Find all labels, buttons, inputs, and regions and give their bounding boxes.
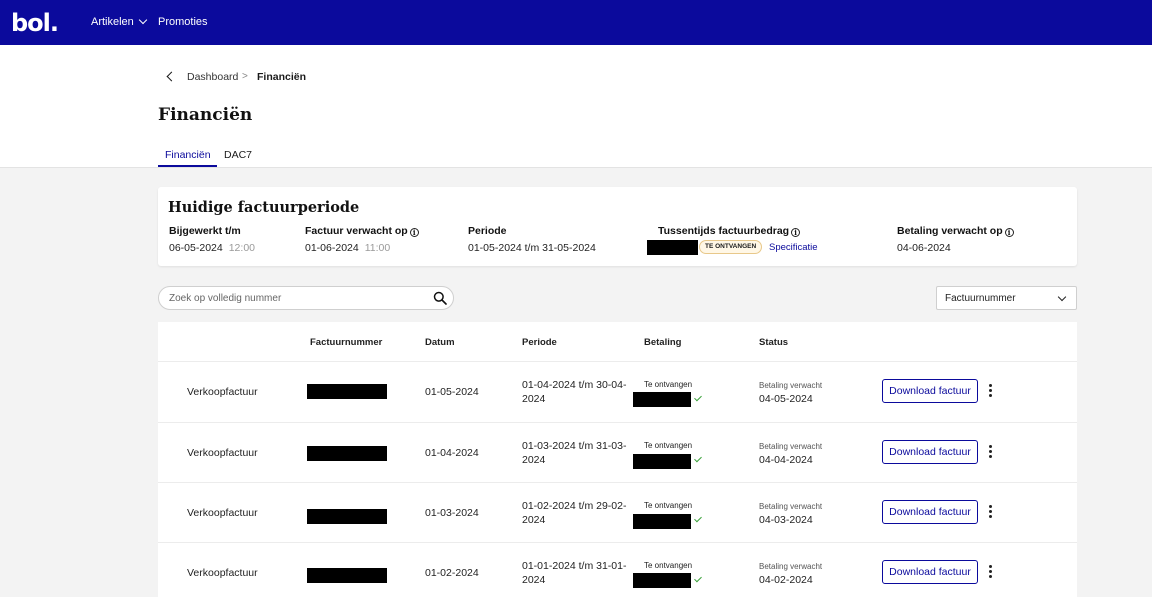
header-status: Status xyxy=(759,337,789,348)
table-row: Verkoopfactuur 01-02-2024 01-01-2024 t/m… xyxy=(158,542,1077,603)
invoice-type: Verkoopfactuur xyxy=(187,386,258,398)
chevron-down-icon xyxy=(138,15,148,25)
invoice-period: 01-01-2024 t/m 31-01-2024 xyxy=(522,560,627,586)
download-invoice-button[interactable]: Download factuur xyxy=(882,500,978,524)
invoice-date: 01-03-2024 xyxy=(425,507,479,519)
nav-promoties[interactable]: Promoties xyxy=(158,16,208,28)
status-date: 04-02-2024 xyxy=(759,574,813,586)
redacted-invoice-number xyxy=(307,509,387,524)
more-options-icon[interactable] xyxy=(986,565,994,581)
page-title: Financiën xyxy=(158,105,253,125)
top-bar: bol. Artikelen Promoties xyxy=(0,0,1152,45)
nav-artikelen[interactable]: Artikelen xyxy=(91,15,148,28)
download-invoice-button[interactable]: Download factuur xyxy=(882,560,978,584)
redacted-invoice-number xyxy=(307,384,387,399)
more-options-icon[interactable] xyxy=(986,445,994,461)
invoice-expected-label: Factuur verwacht op xyxy=(305,225,408,237)
status-date: 04-05-2024 xyxy=(759,393,813,405)
sort-select[interactable]: Factuurnummer xyxy=(936,286,1077,310)
check-icon xyxy=(694,393,702,402)
payment-label: Te ontvangen xyxy=(644,380,693,389)
check-icon xyxy=(694,454,702,463)
nav-artikelen-label: Artikelen xyxy=(91,16,134,28)
period-value: 01-05-2024 t/m 31-05-2024 xyxy=(468,242,596,254)
info-icon[interactable]: i xyxy=(791,228,801,237)
download-invoice-button[interactable]: Download factuur xyxy=(882,440,978,464)
more-options-icon[interactable] xyxy=(986,505,994,521)
payment-expected-date: 04-06-2024 xyxy=(897,242,951,254)
check-icon xyxy=(694,514,702,523)
specificatie-link[interactable]: Specificatie xyxy=(769,242,818,253)
status-date: 04-04-2024 xyxy=(759,454,813,466)
status-badge: TE ONTVANGEN xyxy=(699,240,763,254)
status-date: 04-03-2024 xyxy=(759,514,813,526)
status-label: Betaling verwacht xyxy=(759,502,823,511)
payment-label: Te ontvangen xyxy=(644,441,693,450)
table-row: Verkoopfactuur 01-04-2024 01-03-2024 t/m… xyxy=(158,422,1077,483)
invoice-type: Verkoopfactuur xyxy=(187,447,258,459)
more-options-icon[interactable] xyxy=(986,384,994,400)
invoice-date: 01-05-2024 xyxy=(425,386,479,398)
info-icon[interactable]: i xyxy=(1004,228,1014,237)
back-arrow-icon[interactable] xyxy=(166,71,177,82)
bol-logo[interactable]: bol. xyxy=(11,9,59,37)
invoice-period: 01-03-2024 t/m 31-03-2024 xyxy=(522,440,627,466)
breadcrumb-dashboard[interactable]: Dashboard xyxy=(187,71,238,83)
breadcrumb-current: Financiën xyxy=(257,71,307,83)
invoice-expected-value: 01-06-2024 11:00 xyxy=(305,242,390,254)
invoice-period: 01-02-2024 t/m 29-02-2024 xyxy=(522,500,627,526)
chevron-down-icon xyxy=(1057,292,1067,302)
interim-amount-label: Tussentijds factuurbedrag xyxy=(658,225,790,237)
payment-expected-header: Betaling verwacht op i xyxy=(897,225,1014,237)
payment-label: Te ontvangen xyxy=(644,561,693,570)
status-label: Betaling verwacht xyxy=(759,442,823,451)
invoice-type: Verkoopfactuur xyxy=(187,507,258,519)
search-input[interactable]: Zoek op volledig nummer xyxy=(158,286,454,310)
sort-selected-value: Factuurnummer xyxy=(945,293,1016,304)
payment-expected-label: Betaling verwacht op xyxy=(897,225,1003,237)
current-period-card: Huidige factuurperiode Bijgewerkt t/m 06… xyxy=(158,187,1077,266)
status-label: Betaling verwacht xyxy=(759,562,823,571)
redacted-payment-amount xyxy=(633,573,691,588)
table-row: Verkoopfactuur 01-05-2024 01-04-2024 t/m… xyxy=(158,361,1077,422)
card-title: Huidige factuurperiode xyxy=(168,199,360,216)
redacted-payment-amount xyxy=(633,514,691,529)
table-row: Verkoopfactuur 01-03-2024 01-02-2024 t/m… xyxy=(158,482,1077,543)
updated-time: 12:00 xyxy=(228,242,255,254)
check-icon xyxy=(694,574,702,583)
invoice-period: 01-04-2024 t/m 30-04-2024 xyxy=(522,379,627,405)
invoices-table: Factuurnummer Datum Periode Betaling Sta… xyxy=(158,322,1077,597)
invoice-expected-header: Factuur verwacht op i xyxy=(305,225,419,237)
header-date: Datum xyxy=(425,337,455,348)
invoice-expected-time: 11:00 xyxy=(364,242,391,254)
breadcrumb-separator: > xyxy=(242,71,248,82)
period-label: Periode xyxy=(468,225,507,237)
interim-amount-header: Tussentijds factuurbedrag i xyxy=(658,225,801,237)
updated-date: 06-05-2024 xyxy=(169,242,223,254)
header-payment: Betaling xyxy=(644,337,682,348)
payment-label: Te ontvangen xyxy=(644,501,693,510)
redacted-payment-amount xyxy=(633,392,691,407)
header-invoice-number: Factuurnummer xyxy=(310,337,383,348)
invoice-date: 01-02-2024 xyxy=(425,567,479,579)
search-icon[interactable] xyxy=(433,291,447,305)
info-icon[interactable]: i xyxy=(409,228,419,237)
search-placeholder: Zoek op volledig nummer xyxy=(169,293,282,304)
status-label: Betaling verwacht xyxy=(759,381,823,390)
redacted-invoice-number xyxy=(307,568,387,583)
invoice-date: 01-04-2024 xyxy=(425,447,479,459)
tab-financien[interactable]: Financiën xyxy=(165,149,211,161)
redacted-invoice-number xyxy=(307,446,387,461)
header-period: Periode xyxy=(522,337,557,348)
invoice-expected-date: 01-06-2024 xyxy=(305,242,359,254)
updated-value: 06-05-2024 12:00 xyxy=(169,242,255,254)
download-invoice-button[interactable]: Download factuur xyxy=(882,379,978,403)
redacted-amount xyxy=(647,240,698,255)
updated-label: Bijgewerkt t/m xyxy=(169,225,241,237)
tab-dac7[interactable]: DAC7 xyxy=(224,149,252,161)
redacted-payment-amount xyxy=(633,454,691,469)
invoice-type: Verkoopfactuur xyxy=(187,567,258,579)
